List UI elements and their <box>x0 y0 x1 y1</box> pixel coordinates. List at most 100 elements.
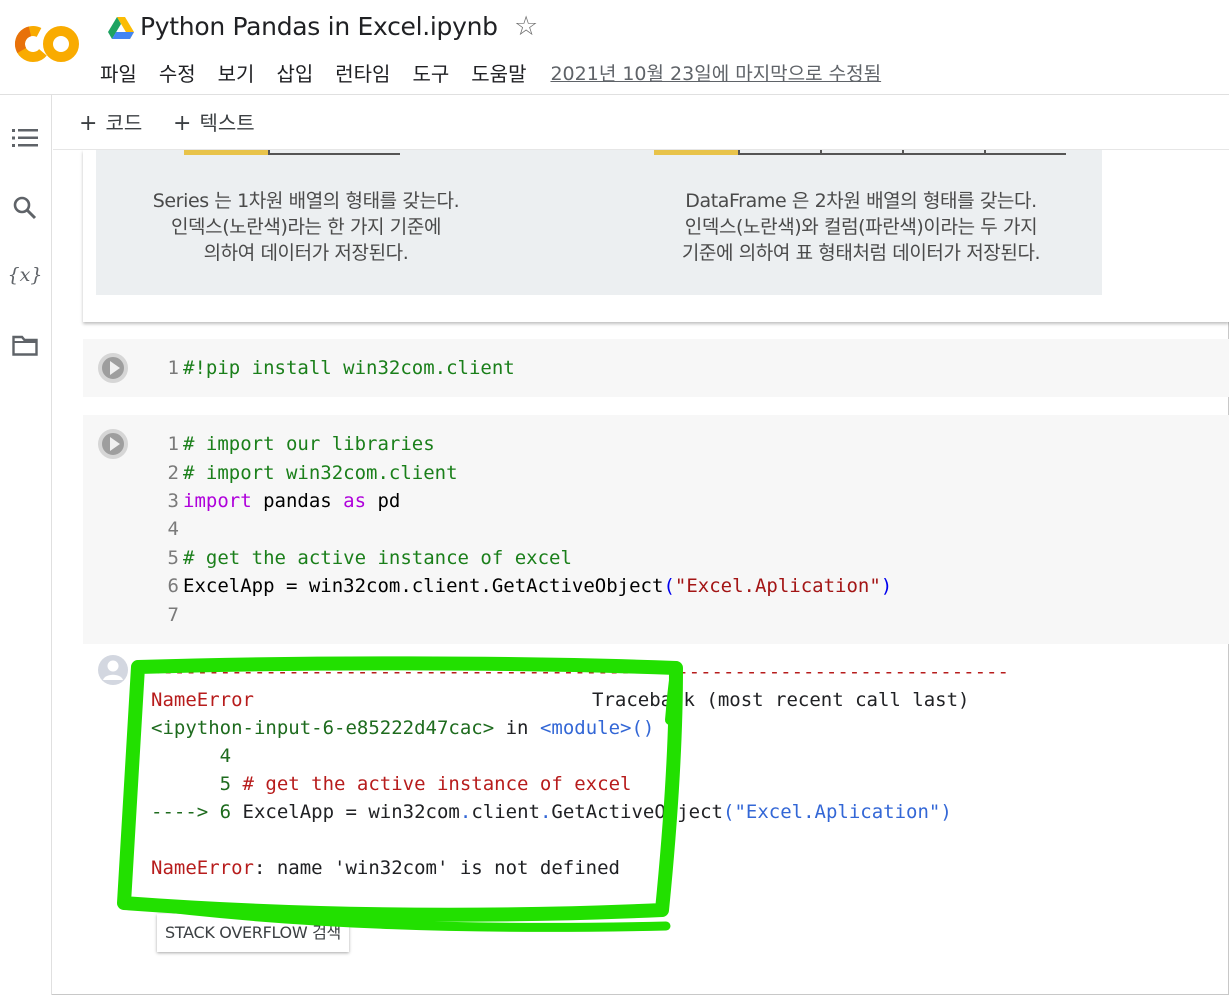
code-text: pd <box>366 490 401 512</box>
star-icon[interactable]: ☆ <box>514 13 538 40</box>
code-text: pandas <box>251 490 344 512</box>
table-of-contents-icon[interactable] <box>9 122 41 154</box>
ipython-input-ref: <ipython-input-6-e85222d47cac> <box>151 717 495 739</box>
code-comment: # import our libraries <box>183 433 435 455</box>
header: Python Pandas in Excel.ipynb ☆ 파일 수정 보기 … <box>0 0 1229 95</box>
line-number: 2 <box>167 462 179 484</box>
google-drive-icon[interactable] <box>108 17 134 40</box>
run-cell-button[interactable] <box>98 353 128 383</box>
menu-view[interactable]: 보기 <box>218 58 255 87</box>
output-text: 5 <box>151 773 243 795</box>
code-cell-2[interactable]: 1 # import our libraries 2 # import win32c… <box>83 415 1229 644</box>
output-text: ) <box>940 801 952 823</box>
output-text: client <box>471 801 540 823</box>
series-caption: Series 는 1차원 배열의 형태를 갖는다. 인덱스(노란색)라는 한 가… <box>106 188 506 266</box>
caption-line: Series 는 1차원 배열의 형태를 갖는다. <box>152 190 460 212</box>
error-text: : name 'win32com' is not defined <box>253 857 620 879</box>
play-icon <box>109 361 120 375</box>
menu-edit[interactable]: 수정 <box>159 58 196 87</box>
output-text: () <box>631 717 655 739</box>
code-paren: ) <box>880 575 893 597</box>
traceback-arrow: ----> 6 <box>151 801 243 823</box>
add-text-label: 텍스트 <box>199 111 255 135</box>
files-folder-icon[interactable] <box>9 329 41 361</box>
series-table-graphic <box>184 150 400 155</box>
play-icon <box>109 437 120 451</box>
line-number: 6 <box>167 575 179 597</box>
code-line[interactable]: 4 <box>159 515 183 543</box>
menu-help[interactable]: 도움말 <box>471 58 526 87</box>
code-line[interactable]: 1 #!pip install win32com.client <box>159 354 515 382</box>
menu-runtime[interactable]: 런타임 <box>335 58 390 87</box>
output-error-header: NameError Traceback (most recent call las… <box>151 686 970 714</box>
menu-bar: 파일 수정 보기 삽입 런타임 도구 도움말 2021년 10월 23일에 마지… <box>100 58 881 87</box>
variables-icon[interactable]: {x} <box>8 259 43 291</box>
keyword-as: as <box>343 490 367 512</box>
line-number: 4 <box>167 518 179 540</box>
menu-file[interactable]: 파일 <box>100 58 137 87</box>
menu-tools[interactable]: 도구 <box>412 58 449 87</box>
code-text: ExcelApp = win32com.client.GetActiveObje… <box>183 575 664 597</box>
code-comment: # import win32com.client <box>183 462 458 484</box>
line-number: 1 <box>167 433 179 455</box>
line-number: 1 <box>167 357 179 379</box>
caption-line: 인덱스(노란색)와 컬럼(파란색)이라는 두 가지 <box>684 216 1038 238</box>
dataframe-table-graphic <box>654 150 1066 155</box>
series-dataframe-figure: Series 는 1차원 배열의 형태를 갖는다. 인덱스(노란색)라는 한 가… <box>96 150 1102 295</box>
search-icon[interactable] <box>9 192 41 224</box>
plus-icon: + <box>79 111 98 136</box>
output-avatar-icon <box>98 655 128 685</box>
caption-line: 인덱스(노란색)라는 한 가지 기준에 <box>170 216 442 238</box>
code-line[interactable]: 5 # get the active instance of excel <box>159 544 572 572</box>
add-code-button[interactable]: + 코드 <box>79 107 142 136</box>
text-cell[interactable]: Series 는 1차원 배열의 형태를 갖는다. 인덱스(노란색)라는 한 가… <box>83 150 1229 322</box>
add-code-label: 코드 <box>105 111 143 135</box>
menu-insert[interactable]: 삽입 <box>276 58 313 87</box>
code-line[interactable]: 1 # import our libraries <box>159 430 435 458</box>
output-text: . <box>539 801 552 823</box>
plus-icon: + <box>173 111 192 136</box>
last-edited-link[interactable]: 2021년 10월 23일에 마지막으로 수정됨 <box>550 59 881 86</box>
line-number: 5 <box>167 547 179 569</box>
code-comment: # get the active instance of excel <box>183 547 572 569</box>
code-line[interactable]: 2 # import win32com.client <box>159 459 458 487</box>
caption-line: DataFrame 은 2차원 배열의 형태를 갖는다. <box>685 190 1037 212</box>
search-stack-overflow-button[interactable]: STACK OVERFLOW 검색 <box>157 914 349 952</box>
caption-line: 기준에 의하여 표 형태처럼 데이터가 저장된다. <box>681 242 1041 264</box>
left-sidebar: {x} <box>0 95 52 995</box>
code-string: "Excel.Aplication" <box>674 575 881 597</box>
traceback-line-6: ----> 6 ExcelApp = win32com.client.GetAc… <box>151 798 952 826</box>
error-message: NameError: name 'win32com' is not define… <box>151 854 620 882</box>
code-paren: ( <box>663 575 675 597</box>
output-text: GetActiveObject <box>551 801 723 823</box>
code-line[interactable]: 3 import pandas as pd <box>159 487 401 515</box>
code-comment: #!pip install win32com.client <box>183 357 515 379</box>
traceback-line-4: 4 <box>151 745 232 767</box>
output-text: ( <box>723 801 735 823</box>
line-number: 3 <box>167 490 179 512</box>
code-line[interactable]: 7 <box>159 601 183 629</box>
output-dashes: ----------------------------------------… <box>151 661 1009 683</box>
add-text-button[interactable]: + 텍스트 <box>173 107 255 136</box>
notebook-area: Series 는 1차원 배열의 형태를 갖는다. 인덱스(노란색)라는 한 가… <box>53 150 1229 995</box>
output-string: "Excel.Aplication" <box>734 801 941 823</box>
output-text: in <box>494 717 540 739</box>
keyword-import: import <box>183 490 252 512</box>
output-text: ExcelApp = win32com <box>242 801 460 823</box>
notebook-title[interactable]: Python Pandas in Excel.ipynb <box>140 12 498 41</box>
output-text: . <box>459 801 472 823</box>
error-name: NameError <box>151 689 254 711</box>
caption-line: 의하여 데이터가 저장된다. <box>203 242 409 264</box>
output-input-ref: <ipython-input-6-e85222d47cac> in <modul… <box>151 714 654 742</box>
output-comment: # get the active instance of excel <box>242 773 632 795</box>
run-cell-button[interactable] <box>98 429 128 459</box>
traceback-label: Traceback (most recent call last) <box>592 689 970 711</box>
code-line[interactable]: 6 ExcelApp = win32com.client.GetActiveObj… <box>159 572 893 600</box>
error-name: NameError <box>151 857 254 879</box>
dataframe-caption: DataFrame 은 2차원 배열의 형태를 갖는다. 인덱스(노란색)와 컬… <box>641 188 1081 266</box>
code-cell-1[interactable]: 1 #!pip install win32com.client <box>83 339 1229 397</box>
notebook-toolbar: + 코드 + 텍스트 <box>53 95 1229 150</box>
colab-logo[interactable] <box>14 22 80 66</box>
line-number: 7 <box>167 604 179 626</box>
traceback-line-5: 5 # get the active instance of excel <box>151 770 632 798</box>
